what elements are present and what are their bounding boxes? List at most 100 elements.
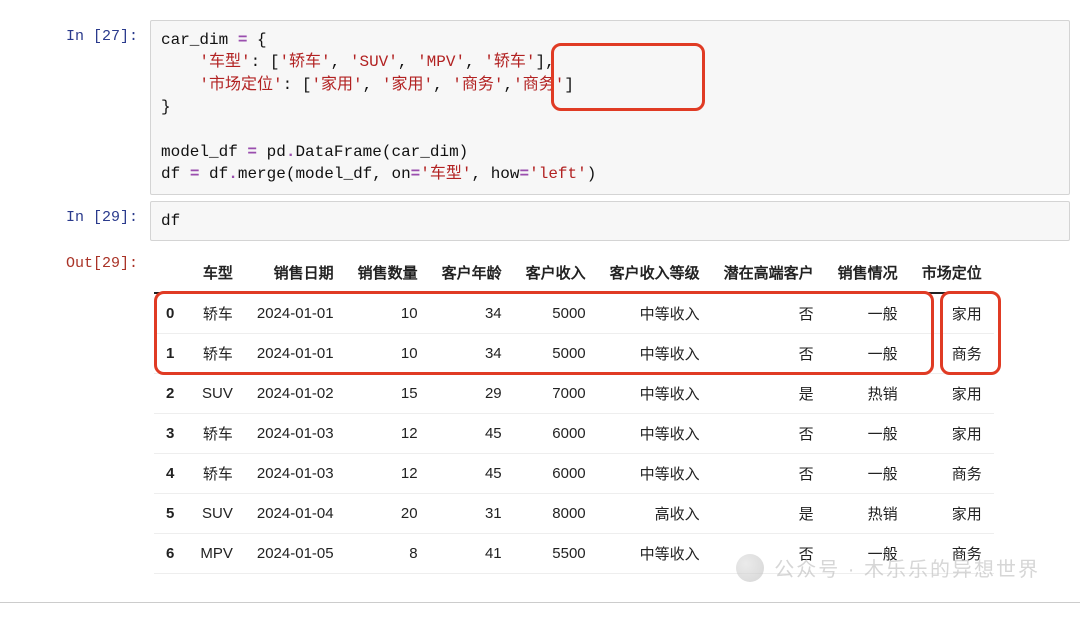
table-cell: 2024-01-01 bbox=[245, 293, 346, 334]
table-cell: 7000 bbox=[514, 374, 598, 414]
table-cell: 2024-01-01 bbox=[245, 334, 346, 374]
code-input-27[interactable]: car_dim = { '车型': ['轿车', 'SUV', 'MPV', '… bbox=[150, 20, 1070, 195]
table-cell: 中等收入 bbox=[598, 334, 712, 374]
table-row: 5SUV2024-01-0420318000高收入是热销家用 bbox=[154, 494, 994, 534]
table-cell: 中等收入 bbox=[598, 374, 712, 414]
column-header: 潜在高端客户 bbox=[712, 253, 826, 293]
table-cell: 15 bbox=[346, 374, 430, 414]
table-row: 6MPV2024-01-058415500中等收入否一般商务 bbox=[154, 534, 994, 574]
table-cell: 中等收入 bbox=[598, 293, 712, 334]
cell-out-29: Out[29]: 车型 销售日期 销售数量 客户年龄 客户收入 客户收入等级 潜… bbox=[10, 247, 1070, 584]
table-row: 0轿车2024-01-0110345000中等收入否一般家用 bbox=[154, 293, 994, 334]
column-header: 销售数量 bbox=[346, 253, 430, 293]
table-cell: 10 bbox=[346, 334, 430, 374]
column-header: 车型 bbox=[188, 253, 245, 293]
table-cell: 中等收入 bbox=[598, 414, 712, 454]
table-cell: 2024-01-04 bbox=[245, 494, 346, 534]
column-header: 销售情况 bbox=[826, 253, 910, 293]
table-cell: 45 bbox=[430, 414, 514, 454]
table-cell: 商务 bbox=[910, 334, 994, 374]
table-row: 3轿车2024-01-0312456000中等收入否一般家用 bbox=[154, 414, 994, 454]
highlight-box-code bbox=[551, 43, 705, 111]
table-row: 4轿车2024-01-0312456000中等收入否一般商务 bbox=[154, 454, 994, 494]
table-cell: 2024-01-05 bbox=[245, 534, 346, 574]
table-cell: 5000 bbox=[514, 293, 598, 334]
table-cell: 34 bbox=[430, 334, 514, 374]
table-cell: 一般 bbox=[826, 534, 910, 574]
table-cell: 中等收入 bbox=[598, 534, 712, 574]
table-cell: 是 bbox=[712, 494, 826, 534]
table-cell: SUV bbox=[188, 374, 245, 414]
table-cell: 一般 bbox=[826, 334, 910, 374]
table-cell: 41 bbox=[430, 534, 514, 574]
table-cell: 10 bbox=[346, 293, 430, 334]
table-cell: 34 bbox=[430, 293, 514, 334]
column-header: 客户收入 bbox=[514, 253, 598, 293]
code-text: df bbox=[161, 212, 180, 230]
cell-in-27: In [27]: car_dim = { '车型': ['轿车', 'SUV',… bbox=[10, 20, 1070, 195]
dataframe-output: 车型 销售日期 销售数量 客户年龄 客户收入 客户收入等级 潜在高端客户 销售情… bbox=[150, 247, 1070, 584]
table-cell: 6000 bbox=[514, 454, 598, 494]
table-row: 2SUV2024-01-0215297000中等收入是热销家用 bbox=[154, 374, 994, 414]
cell-in-29: In [29]: df bbox=[10, 201, 1070, 241]
code-input-29[interactable]: df bbox=[150, 201, 1070, 241]
header-corner bbox=[154, 253, 188, 293]
table-cell: 轿车 bbox=[188, 414, 245, 454]
table-cell: 12 bbox=[346, 414, 430, 454]
table-cell: 家用 bbox=[910, 494, 994, 534]
table-row: 1轿车2024-01-0110345000中等收入否一般商务 bbox=[154, 334, 994, 374]
table-cell: SUV bbox=[188, 494, 245, 534]
table-cell: 一般 bbox=[826, 454, 910, 494]
column-header: 客户收入等级 bbox=[598, 253, 712, 293]
table-cell: 商务 bbox=[910, 454, 994, 494]
jupyter-notebook: In [27]: car_dim = { '车型': ['轿车', 'SUV',… bbox=[0, 0, 1080, 603]
table-cell: 6000 bbox=[514, 414, 598, 454]
row-index: 1 bbox=[154, 334, 188, 374]
table-cell: 是 bbox=[712, 374, 826, 414]
prompt-in-29: In [29]: bbox=[10, 201, 150, 241]
table-cell: 20 bbox=[346, 494, 430, 534]
table-cell: 否 bbox=[712, 293, 826, 334]
prompt-out-29: Out[29]: bbox=[10, 247, 150, 584]
table-cell: 2024-01-03 bbox=[245, 454, 346, 494]
column-header: 市场定位 bbox=[910, 253, 994, 293]
table-cell: 否 bbox=[712, 534, 826, 574]
row-index: 6 bbox=[154, 534, 188, 574]
table-cell: 否 bbox=[712, 454, 826, 494]
table-cell: 否 bbox=[712, 414, 826, 454]
table-cell: 45 bbox=[430, 454, 514, 494]
table-cell: 31 bbox=[430, 494, 514, 534]
row-index: 4 bbox=[154, 454, 188, 494]
table-cell: 一般 bbox=[826, 293, 910, 334]
table-cell: 一般 bbox=[826, 414, 910, 454]
table-cell: 热销 bbox=[826, 494, 910, 534]
table-cell: 商务 bbox=[910, 534, 994, 574]
table-cell: MPV bbox=[188, 534, 245, 574]
table-cell: 高收入 bbox=[598, 494, 712, 534]
table-cell: 29 bbox=[430, 374, 514, 414]
dataframe-table: 车型 销售日期 销售数量 客户年龄 客户收入 客户收入等级 潜在高端客户 销售情… bbox=[154, 253, 994, 574]
table-cell: 家用 bbox=[910, 374, 994, 414]
table-cell: 8 bbox=[346, 534, 430, 574]
table-cell: 2024-01-02 bbox=[245, 374, 346, 414]
table-cell: 否 bbox=[712, 334, 826, 374]
table-cell: 8000 bbox=[514, 494, 598, 534]
table-cell: 2024-01-03 bbox=[245, 414, 346, 454]
table-cell: 12 bbox=[346, 454, 430, 494]
table-cell: 5000 bbox=[514, 334, 598, 374]
table-cell: 家用 bbox=[910, 293, 994, 334]
code-text: car_dim = { '车型': ['轿车', 'SUV', 'MPV', '… bbox=[161, 31, 596, 183]
table-header-row: 车型 销售日期 销售数量 客户年龄 客户收入 客户收入等级 潜在高端客户 销售情… bbox=[154, 253, 994, 293]
table-cell: 轿车 bbox=[188, 293, 245, 334]
column-header: 客户年龄 bbox=[430, 253, 514, 293]
row-index: 0 bbox=[154, 293, 188, 334]
row-index: 3 bbox=[154, 414, 188, 454]
table-cell: 热销 bbox=[826, 374, 910, 414]
table-cell: 中等收入 bbox=[598, 454, 712, 494]
prompt-in-27: In [27]: bbox=[10, 20, 150, 195]
row-index: 2 bbox=[154, 374, 188, 414]
table-cell: 轿车 bbox=[188, 454, 245, 494]
table-cell: 轿车 bbox=[188, 334, 245, 374]
table-cell: 5500 bbox=[514, 534, 598, 574]
table-cell: 家用 bbox=[910, 414, 994, 454]
